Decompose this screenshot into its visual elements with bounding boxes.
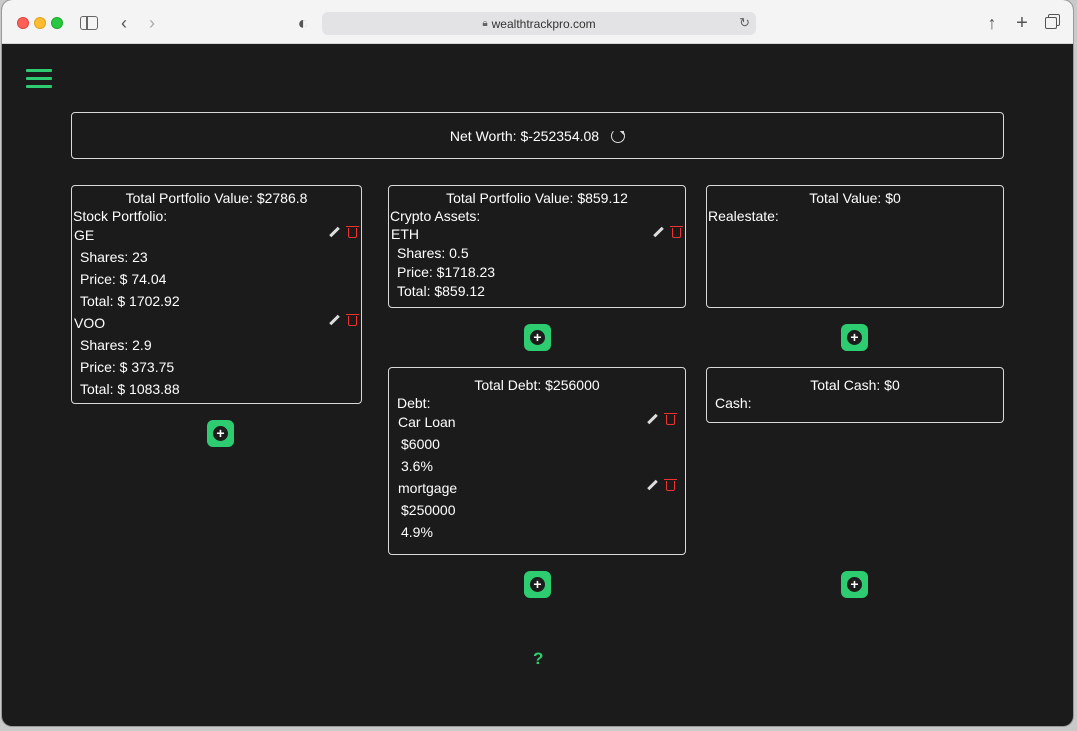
address-bar[interactable]: 🔒︎ wealthtrackpro.com ↻ xyxy=(322,12,756,35)
add-stock-button[interactable]: + xyxy=(207,420,234,447)
add-icon: + xyxy=(847,330,862,345)
browser-toolbar: ‹ › ◐ 🔒︎ wealthtrackpro.com ↻ ↑ + xyxy=(2,0,1073,44)
stock-item-name: VOO xyxy=(74,315,106,331)
edit-icon[interactable] xyxy=(647,414,658,425)
crypto-item-shares: Shares: 0.5 xyxy=(397,245,469,261)
trash-icon[interactable] xyxy=(346,314,359,326)
new-tab-icon[interactable]: + xyxy=(1014,12,1030,34)
stock-item-header: VOO xyxy=(74,312,361,334)
realestate-card: Total Value: $0 Realestate: xyxy=(706,185,1004,308)
crypto-item-price: Price: $1718.23 xyxy=(397,264,496,280)
refresh-icon[interactable] xyxy=(611,128,626,143)
add-icon: + xyxy=(847,577,862,592)
sidebar-toggle-icon[interactable] xyxy=(80,16,98,30)
stock-item-price: Price: $ 74.04 xyxy=(80,271,167,287)
stock-portfolio-card: Total Portfolio Value: $2786.8 Stock Por… xyxy=(71,185,362,404)
stock-item-total: Total: $ 1702.92 xyxy=(80,293,180,309)
debt-item-rate: 3.6% xyxy=(401,458,433,474)
edit-icon[interactable] xyxy=(653,227,664,238)
privacy-shield-icon[interactable]: ◐ xyxy=(296,12,310,34)
debt-label: Debt: xyxy=(397,395,431,411)
back-arrow-icon[interactable]: ‹ xyxy=(116,12,132,34)
forward-arrow-icon[interactable]: › xyxy=(144,12,160,34)
crypto-item-name: ETH xyxy=(391,226,419,242)
lock-icon: 🔒︎ xyxy=(482,18,488,29)
browser-window: ‹ › ◐ 🔒︎ wealthtrackpro.com ↻ ↑ + Net Wo… xyxy=(2,0,1073,726)
app-page: Net Worth: $-252354.08 Total Portfolio V… xyxy=(2,45,1073,726)
stock-item-header: GE xyxy=(74,224,361,246)
trash-icon[interactable] xyxy=(346,226,359,238)
realestate-label: Realestate: xyxy=(708,208,779,224)
stock-item-shares: Shares: 2.9 xyxy=(80,337,152,353)
minimize-window-button[interactable] xyxy=(34,17,46,29)
close-window-button[interactable] xyxy=(17,17,29,29)
edit-icon[interactable] xyxy=(329,227,340,238)
crypto-assets-card: Total Portfolio Value: $859.12 Crypto As… xyxy=(388,185,686,308)
add-crypto-button[interactable]: + xyxy=(524,324,551,351)
reload-icon[interactable]: ↻ xyxy=(739,15,750,31)
debt-item-rate: 4.9% xyxy=(401,524,433,540)
realestate-total: Total Value: $0 xyxy=(809,190,901,206)
debt-total: Total Debt: $256000 xyxy=(474,377,600,393)
edit-icon[interactable] xyxy=(329,315,340,326)
debt-item-amount: $6000 xyxy=(401,436,440,452)
menu-icon[interactable] xyxy=(26,69,52,89)
trash-icon[interactable] xyxy=(664,413,677,425)
stock-item-name: GE xyxy=(74,227,95,243)
debt-item-name: mortgage xyxy=(398,480,458,496)
add-realestate-button[interactable]: + xyxy=(841,324,868,351)
trash-icon[interactable] xyxy=(670,226,683,238)
debt-item-amount: $250000 xyxy=(401,502,456,518)
add-icon: + xyxy=(213,426,228,441)
help-button[interactable]: ? xyxy=(533,649,543,669)
zoom-window-button[interactable] xyxy=(51,17,63,29)
tab-overview-icon[interactable] xyxy=(1043,12,1059,34)
stock-portfolio-total: Total Portfolio Value: $2786.8 xyxy=(125,190,308,206)
debt-card: Total Debt: $256000 Debt: Car Loan $6000… xyxy=(388,367,686,555)
crypto-item-header: ETH xyxy=(391,224,685,244)
edit-icon[interactable] xyxy=(647,480,658,491)
address-url: wealthtrackpro.com xyxy=(491,16,596,31)
share-icon[interactable]: ↑ xyxy=(984,12,1000,34)
trash-icon[interactable] xyxy=(664,479,677,491)
add-debt-button[interactable]: + xyxy=(524,571,551,598)
add-icon: + xyxy=(530,330,545,345)
cash-card: Total Cash: $0 Cash: xyxy=(706,367,1004,423)
debt-item-header: mortgage xyxy=(398,477,685,499)
net-worth-label: Net Worth: $-252354.08 xyxy=(449,127,600,144)
cash-label: Cash: xyxy=(715,395,752,411)
debt-item-header: Car Loan xyxy=(398,411,685,433)
stock-item-price: Price: $ 373.75 xyxy=(80,359,175,375)
add-icon: + xyxy=(530,577,545,592)
crypto-item-total: Total: $859.12 xyxy=(397,283,485,299)
add-cash-button[interactable]: + xyxy=(841,571,868,598)
debt-item-name: Car Loan xyxy=(398,414,456,430)
crypto-assets-label: Crypto Assets: xyxy=(390,208,481,224)
stock-item-shares: Shares: 23 xyxy=(80,249,148,265)
crypto-portfolio-total: Total Portfolio Value: $859.12 xyxy=(446,190,628,206)
cash-total: Total Cash: $0 xyxy=(810,377,900,393)
stock-item-total: Total: $ 1083.88 xyxy=(80,381,180,397)
stock-portfolio-label: Stock Portfolio: xyxy=(73,208,168,224)
net-worth-bar: Net Worth: $-252354.08 xyxy=(71,112,1004,159)
